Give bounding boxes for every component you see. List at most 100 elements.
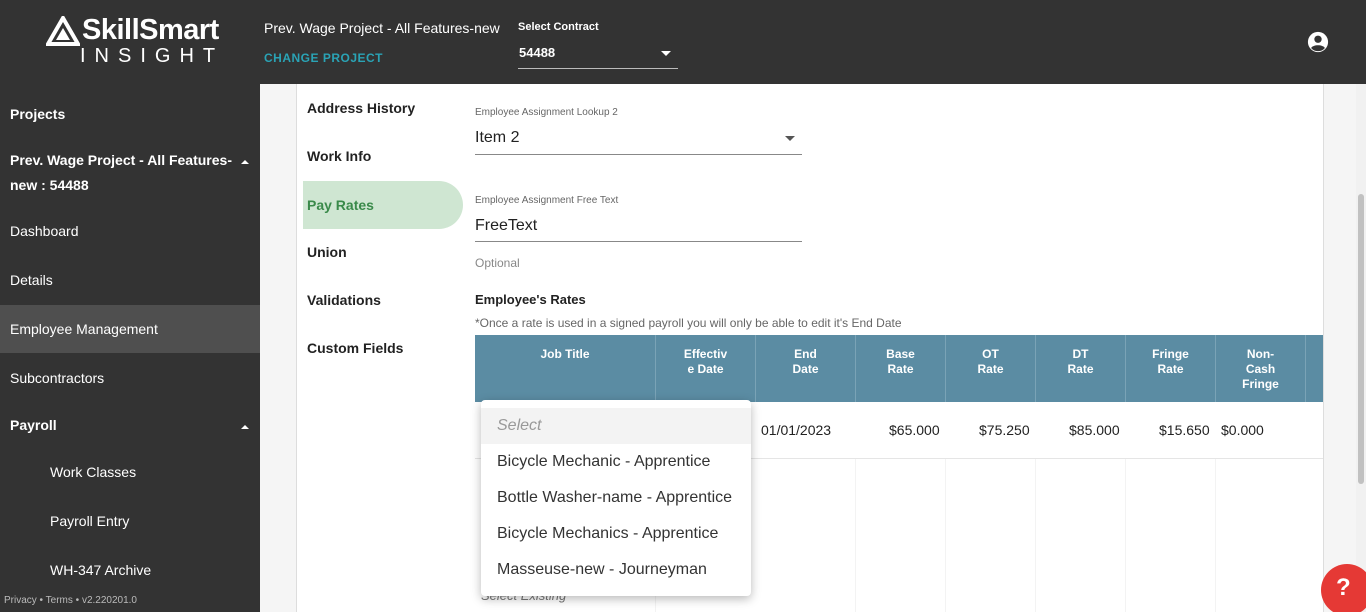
free-text-input[interactable]: FreeText <box>475 212 802 242</box>
free-text-hint: Optional <box>475 256 520 270</box>
sidebar-item-employee-management[interactable]: Employee Management <box>0 305 260 353</box>
sidebar-item-label: Dashboard <box>10 223 79 239</box>
free-text-field-label: Employee Assignment Free Text <box>475 195 619 206</box>
sidebar-item-payroll-entry[interactable]: Payroll Entry <box>0 502 260 540</box>
tab-label: Work Info <box>307 148 372 164</box>
sidebar-item-label: new : 54488 <box>10 177 89 193</box>
header-text: Rate <box>1157 362 1184 376</box>
column-divider <box>1125 459 1126 612</box>
column-header-ot-rate[interactable]: OT Rate <box>946 335 1036 402</box>
contract-select-label: Select Contract <box>518 21 599 33</box>
sidebar-item-payroll[interactable]: Payroll <box>0 406 260 444</box>
contract-select[interactable]: 54488 <box>518 40 678 69</box>
tab-validations[interactable]: Validations <box>303 276 463 324</box>
column-header-end-date[interactable]: End Date <box>756 335 856 402</box>
option-label: Bicycle Mechanic - Apprentice <box>497 453 711 470</box>
job-title-dropdown-menu: Select Bicycle Mechanic - Apprentice Bot… <box>481 400 751 596</box>
cell-non-cash-fringe[interactable]: $0.000 <box>1221 422 1264 438</box>
cell-end-date[interactable]: 01/01/2023 <box>761 422 831 438</box>
caret-up-icon <box>241 425 249 429</box>
sidebar-item-label: Details <box>10 272 53 288</box>
sidebar-item-wh347-archive[interactable]: WH-347 Archive <box>0 551 260 589</box>
header-text: Date <box>792 362 819 376</box>
header-text: Fringe <box>1242 377 1279 391</box>
tab-address-history[interactable]: Address History <box>303 84 463 132</box>
option-label: Masseuse-new - Journeyman <box>497 561 707 578</box>
cell-ot-rate[interactable]: $75.250 <box>979 422 1030 438</box>
column-header-effective-date[interactable]: Effectiv e Date <box>656 335 756 402</box>
rates-section-note: *Once a rate is used in a signed payroll… <box>475 316 902 330</box>
cell-base-rate[interactable]: $65.000 <box>889 422 940 438</box>
column-divider <box>945 459 946 612</box>
column-header-base-rate[interactable]: Base Rate <box>856 335 946 402</box>
dropdown-option[interactable]: Bicycle Mechanics - Apprentice <box>481 516 751 552</box>
sidebar-item-work-classes[interactable]: Work Classes <box>0 453 260 491</box>
dropdown-option[interactable]: Bottle Washer-name - Apprentice <box>481 480 751 516</box>
lookup-select-value: Item 2 <box>475 129 520 146</box>
tab-label: Union <box>307 244 347 260</box>
tab-work-info[interactable]: Work Info <box>303 132 463 180</box>
sidebar-item-projects[interactable]: Projects <box>0 100 260 128</box>
header-text: End <box>794 347 817 361</box>
sidebar-item-label: Subcontractors <box>10 370 105 386</box>
sidebar-item-label: Work Classes <box>50 464 137 480</box>
header-text: Fringe <box>1152 347 1189 361</box>
caret-up-icon <box>241 160 249 164</box>
tab-pay-rates[interactable]: Pay Rates <box>303 181 463 229</box>
rates-section-title: Employee's Rates <box>475 292 586 307</box>
logo-triangle-icon <box>46 16 80 46</box>
sidebar-item-label: Projects <box>10 106 66 122</box>
sidebar-item-dashboard[interactable]: Dashboard <box>0 212 260 250</box>
logo-text-bottom: INSIGHT <box>80 45 225 67</box>
header-text: Effectiv <box>683 347 728 361</box>
top-bar: SkillSmart INSIGHT Prev. Wage Project - … <box>0 0 1366 84</box>
sidebar-item-current-project[interactable]: Prev. Wage Project - All Features- new :… <box>0 146 260 198</box>
logo-text-top: SkillSmart <box>82 14 219 46</box>
project-title: Prev. Wage Project - All Features-new <box>264 20 500 36</box>
dropdown-option[interactable]: Masseuse-new - Journeyman <box>481 552 751 588</box>
tab-custom-fields[interactable]: Custom Fields <box>303 324 463 372</box>
page-scrollbar[interactable] <box>1356 84 1366 612</box>
option-label: Bottle Washer-name - Apprentice <box>497 489 733 506</box>
tab-union[interactable]: Union <box>303 228 463 276</box>
sidebar-item-label: Payroll <box>10 417 57 433</box>
cell-dt-rate[interactable]: $85.000 <box>1069 422 1120 438</box>
sidebar-item-subcontractors[interactable]: Subcontractors <box>0 359 260 397</box>
column-header-dt-rate[interactable]: DT Rate <box>1036 335 1126 402</box>
skillsmart-logo[interactable]: SkillSmart INSIGHT <box>46 14 219 67</box>
column-header-job-title[interactable]: Job Title <box>475 335 656 402</box>
chevron-down-icon <box>661 51 671 56</box>
contract-select-value: 54488 <box>519 45 556 60</box>
column-divider <box>855 459 856 612</box>
free-text-underline <box>475 241 802 242</box>
rates-table-header: Job Title Effectiv e Date End Date Base Rat… <box>475 335 1323 402</box>
column-header-fringe-rate[interactable]: Fringe Rate <box>1126 335 1216 402</box>
sidebar-item-label: Payroll Entry <box>50 513 130 529</box>
cell-fringe-rate[interactable]: $15.650 <box>1159 422 1210 438</box>
tab-label: Validations <box>307 292 381 308</box>
scrollbar-thumb[interactable] <box>1358 194 1364 484</box>
header-text: Cash <box>1245 362 1276 376</box>
dropdown-option[interactable]: Bicycle Mechanic - Apprentice <box>481 444 751 480</box>
option-label: Select <box>497 417 542 434</box>
dropdown-option-placeholder[interactable]: Select <box>481 408 751 444</box>
header-text: Base <box>886 347 915 361</box>
column-divider <box>1215 459 1216 612</box>
header-text: OT <box>982 347 999 361</box>
change-project-link[interactable]: CHANGE PROJECT <box>264 51 383 65</box>
sidebar-footer-links[interactable]: Privacy • Terms • v2.220201.0 <box>4 595 137 606</box>
sidebar-item-label: Prev. Wage Project - All Features- <box>10 152 232 168</box>
lookup-field-label: Employee Assignment Lookup 2 <box>475 107 618 118</box>
column-header-non-cash-fringe[interactable]: Non- Cash Fringe <box>1216 335 1306 402</box>
help-button[interactable]: ? <box>1321 564 1366 612</box>
chevron-down-icon <box>785 136 795 141</box>
sidebar-item-details[interactable]: Details <box>0 261 260 299</box>
tab-label: Address History <box>307 100 416 116</box>
help-icon: ? <box>1336 574 1351 601</box>
header-text: e Date <box>687 362 724 376</box>
tab-label: Pay Rates <box>307 197 374 213</box>
account-circle-icon[interactable] <box>1307 31 1329 53</box>
sidebar-item-label: Employee Management <box>10 321 158 337</box>
option-label: Bicycle Mechanics - Apprentice <box>497 525 719 542</box>
lookup-select[interactable]: Item 2 <box>475 124 802 155</box>
